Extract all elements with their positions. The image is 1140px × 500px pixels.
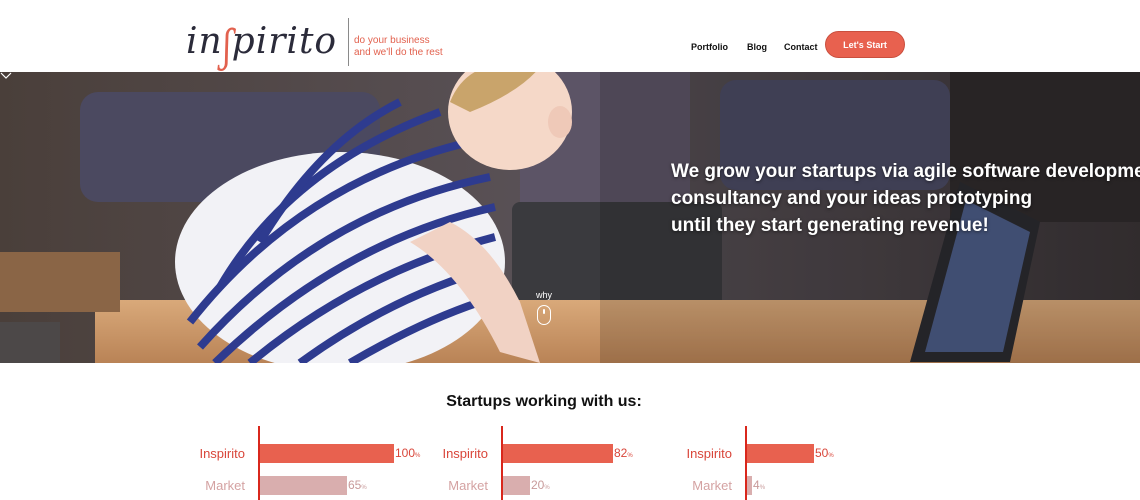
row-label-inspirito: Inspirito — [442, 446, 488, 461]
site-header: inʃpirito do your business and we'll do … — [0, 0, 1140, 72]
row-label-market: Market — [205, 478, 245, 493]
bar-inspirito — [260, 444, 394, 463]
logo[interactable]: inʃpirito — [186, 14, 338, 72]
mouse-icon[interactable] — [537, 305, 551, 325]
hero-headline: We grow your startups via agile software… — [671, 161, 1140, 236]
logo-wordmark: inʃpirito — [186, 21, 338, 72]
lets-start-button[interactable]: Let's Start — [825, 31, 905, 58]
stat-group-3: Inspirito Market 50% 4% — [647, 426, 847, 500]
bar-market — [747, 476, 752, 495]
row-label-inspirito: Inspirito — [199, 446, 245, 461]
value-inspirito: 50% — [815, 446, 834, 460]
bar-market — [260, 476, 347, 495]
bar-inspirito — [747, 444, 814, 463]
stat-group-2: Inspirito Market 82% 20% — [403, 426, 633, 500]
nav-contact[interactable]: Contact — [784, 42, 818, 52]
page: inʃpirito do your business and we'll do … — [0, 0, 1140, 500]
row-label-market: Market — [448, 478, 488, 493]
chevron-down-icon[interactable] — [0, 72, 12, 80]
nav-portfolio[interactable]: Portfolio — [691, 42, 728, 52]
row-label-market: Market — [692, 478, 732, 493]
nav-blog[interactable]: Blog — [747, 42, 767, 52]
bar-market — [503, 476, 530, 495]
row-label-inspirito: Inspirito — [686, 446, 732, 461]
hero-banner: We grow your startups via agile software… — [0, 72, 1140, 363]
stats-title: Startups working with us: — [446, 393, 642, 410]
logo-divider — [348, 18, 349, 66]
tagline: do your business and we'll do the rest — [354, 35, 443, 58]
why-scroll-label[interactable]: why — [534, 290, 554, 300]
value-market: 20% — [531, 478, 550, 492]
bar-inspirito — [503, 444, 613, 463]
value-inspirito: 82% — [614, 446, 633, 460]
stat-group-1: Inspirito Market 100% 65% — [160, 426, 420, 500]
value-market: 4% — [753, 478, 766, 492]
value-market: 65% — [348, 478, 367, 492]
